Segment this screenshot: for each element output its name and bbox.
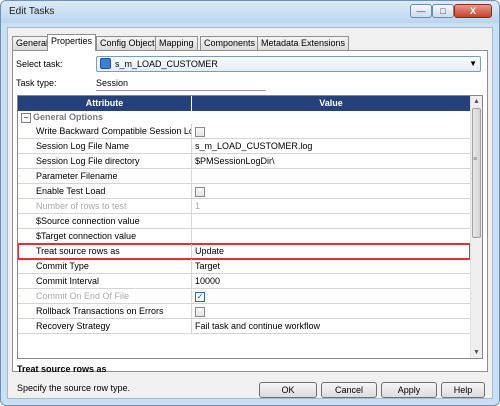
minimize-button[interactable]: — bbox=[410, 4, 432, 18]
table-row[interactable]: Commit Type Target bbox=[18, 259, 470, 274]
scrollbar-thumb[interactable] bbox=[472, 108, 481, 238]
value-cell[interactable] bbox=[192, 229, 473, 243]
table-row[interactable]: Enable Test Load bbox=[18, 184, 470, 199]
value-cell[interactable]: Target bbox=[192, 259, 473, 273]
table-row[interactable]: $Target connection value bbox=[18, 229, 470, 244]
attribute-cell: Enable Test Load bbox=[33, 184, 192, 198]
table-row-highlighted[interactable]: Treat source rows as Update bbox=[18, 243, 473, 260]
checkbox[interactable] bbox=[195, 187, 205, 197]
dialog-body: General Properties Config Object Mapping… bbox=[7, 27, 493, 399]
tab-properties[interactable]: Properties bbox=[47, 34, 97, 51]
value-cell[interactable]: Update bbox=[192, 244, 473, 258]
table-row: Number of rows to test 1 bbox=[18, 199, 470, 214]
edit-tasks-window: Edit Tasks — □ X General Properties Conf… bbox=[0, 0, 500, 406]
attribute-cell: Commit Type bbox=[33, 259, 192, 273]
attribute-cell: $Source connection value bbox=[33, 214, 192, 228]
attribute-cell: $Target connection value bbox=[33, 229, 192, 243]
collapse-icon[interactable]: − bbox=[21, 113, 31, 123]
ok-button[interactable]: OK bbox=[259, 382, 317, 398]
scroll-down-icon[interactable]: ▼ bbox=[473, 349, 480, 356]
value-cell[interactable]: $PMSessionLogDir\ bbox=[192, 154, 473, 168]
checkbox[interactable] bbox=[195, 307, 205, 317]
attribute-cell: Parameter Filename bbox=[33, 169, 192, 183]
cancel-button[interactable]: Cancel bbox=[321, 382, 377, 398]
value-cell[interactable] bbox=[192, 214, 473, 228]
select-task-value: s_m_LOAD_CUSTOMER bbox=[115, 59, 218, 69]
attribute-cell: Write Backward Compatible Session Log Fi… bbox=[33, 124, 192, 138]
attribute-cell: Commit Interval bbox=[33, 274, 192, 288]
maximize-button[interactable]: □ bbox=[432, 4, 454, 18]
attribute-cell: Recovery Strategy bbox=[33, 319, 192, 333]
table-row[interactable]: Recovery Strategy Fail task and continue… bbox=[18, 319, 470, 334]
value-cell[interactable] bbox=[192, 304, 473, 318]
select-task-dropdown[interactable]: s_m_LOAD_CUSTOMER ▼ bbox=[96, 56, 481, 72]
chevron-down-icon[interactable]: ▼ bbox=[469, 59, 477, 68]
checkbox[interactable] bbox=[195, 127, 205, 137]
group-label: General Options bbox=[33, 112, 104, 122]
properties-panel: Select task: s_m_LOAD_CUSTOMER ▼ Task ty… bbox=[12, 50, 488, 393]
close-button[interactable]: X bbox=[454, 4, 492, 18]
checkbox-checked bbox=[195, 292, 205, 302]
table-row: Commit On End Of File bbox=[18, 289, 470, 304]
value-cell[interactable] bbox=[192, 169, 473, 183]
task-type-label: Task type: bbox=[16, 78, 57, 88]
select-task-label: Select task: bbox=[16, 59, 63, 69]
apply-button[interactable]: Apply bbox=[381, 382, 437, 398]
attribute-column-header[interactable]: Attribute bbox=[18, 96, 192, 111]
session-task-icon bbox=[100, 58, 111, 69]
table-row[interactable]: Session Log File directory $PMSessionLog… bbox=[18, 154, 470, 169]
value-cell[interactable] bbox=[192, 184, 473, 198]
value-cell bbox=[192, 289, 473, 303]
help-button[interactable]: Help bbox=[441, 382, 485, 398]
description-title: Treat source rows as bbox=[17, 364, 107, 374]
attribute-cell: Commit On End Of File bbox=[33, 289, 192, 303]
group-general-options[interactable]: − General Options bbox=[18, 111, 470, 124]
tab-config-object[interactable]: Config Object bbox=[96, 36, 159, 50]
table-row[interactable]: Write Backward Compatible Session Log Fi… bbox=[18, 124, 470, 139]
attribute-cell: Session Log File directory bbox=[33, 154, 192, 168]
table-row[interactable]: $Source connection value bbox=[18, 214, 470, 229]
scroll-grip-icon: ≡ bbox=[473, 156, 478, 163]
value-column-header[interactable]: Value bbox=[192, 96, 470, 111]
attribute-cell: Session Log File Name bbox=[33, 139, 192, 153]
attribute-cell: Treat source rows as bbox=[33, 244, 192, 258]
tab-components[interactable]: Components bbox=[200, 36, 260, 50]
value-cell: 1 bbox=[195, 201, 201, 211]
table-row[interactable]: Commit Interval 10000 bbox=[18, 274, 470, 289]
value-cell[interactable] bbox=[192, 124, 473, 138]
window-title: Edit Tasks bbox=[9, 6, 55, 17]
attribute-cell: Number of rows to test bbox=[33, 199, 192, 213]
table-row[interactable]: Session Log File Name s_m_LOAD_CUSTOMER.… bbox=[18, 139, 470, 154]
table-row[interactable]: Rollback Transactions on Errors bbox=[18, 304, 470, 319]
grid-header: Attribute Value bbox=[18, 96, 470, 111]
title-bar[interactable]: Edit Tasks — □ X bbox=[1, 1, 499, 23]
scroll-up-icon[interactable]: ▲ bbox=[473, 98, 480, 105]
tab-metadata-extensions[interactable]: Metadata Extensions bbox=[257, 36, 350, 50]
tab-mapping[interactable]: Mapping bbox=[155, 36, 198, 50]
table-row[interactable]: Parameter Filename bbox=[18, 169, 470, 184]
task-type-value: Session bbox=[96, 78, 129, 88]
task-type-field: Session bbox=[96, 78, 266, 91]
value-cell[interactable]: 10000 bbox=[192, 274, 473, 288]
value-cell[interactable]: Fail task and continue workflow bbox=[192, 319, 473, 333]
attribute-cell: Rollback Transactions on Errors bbox=[33, 304, 192, 318]
value-cell[interactable]: s_m_LOAD_CUSTOMER.log bbox=[192, 139, 473, 153]
description-text: Specify the source row type. bbox=[17, 383, 131, 393]
attributes-grid: Attribute Value − General Options Write … bbox=[17, 95, 483, 359]
vertical-scrollbar[interactable]: ▲ ≡ ▼ bbox=[470, 96, 482, 358]
